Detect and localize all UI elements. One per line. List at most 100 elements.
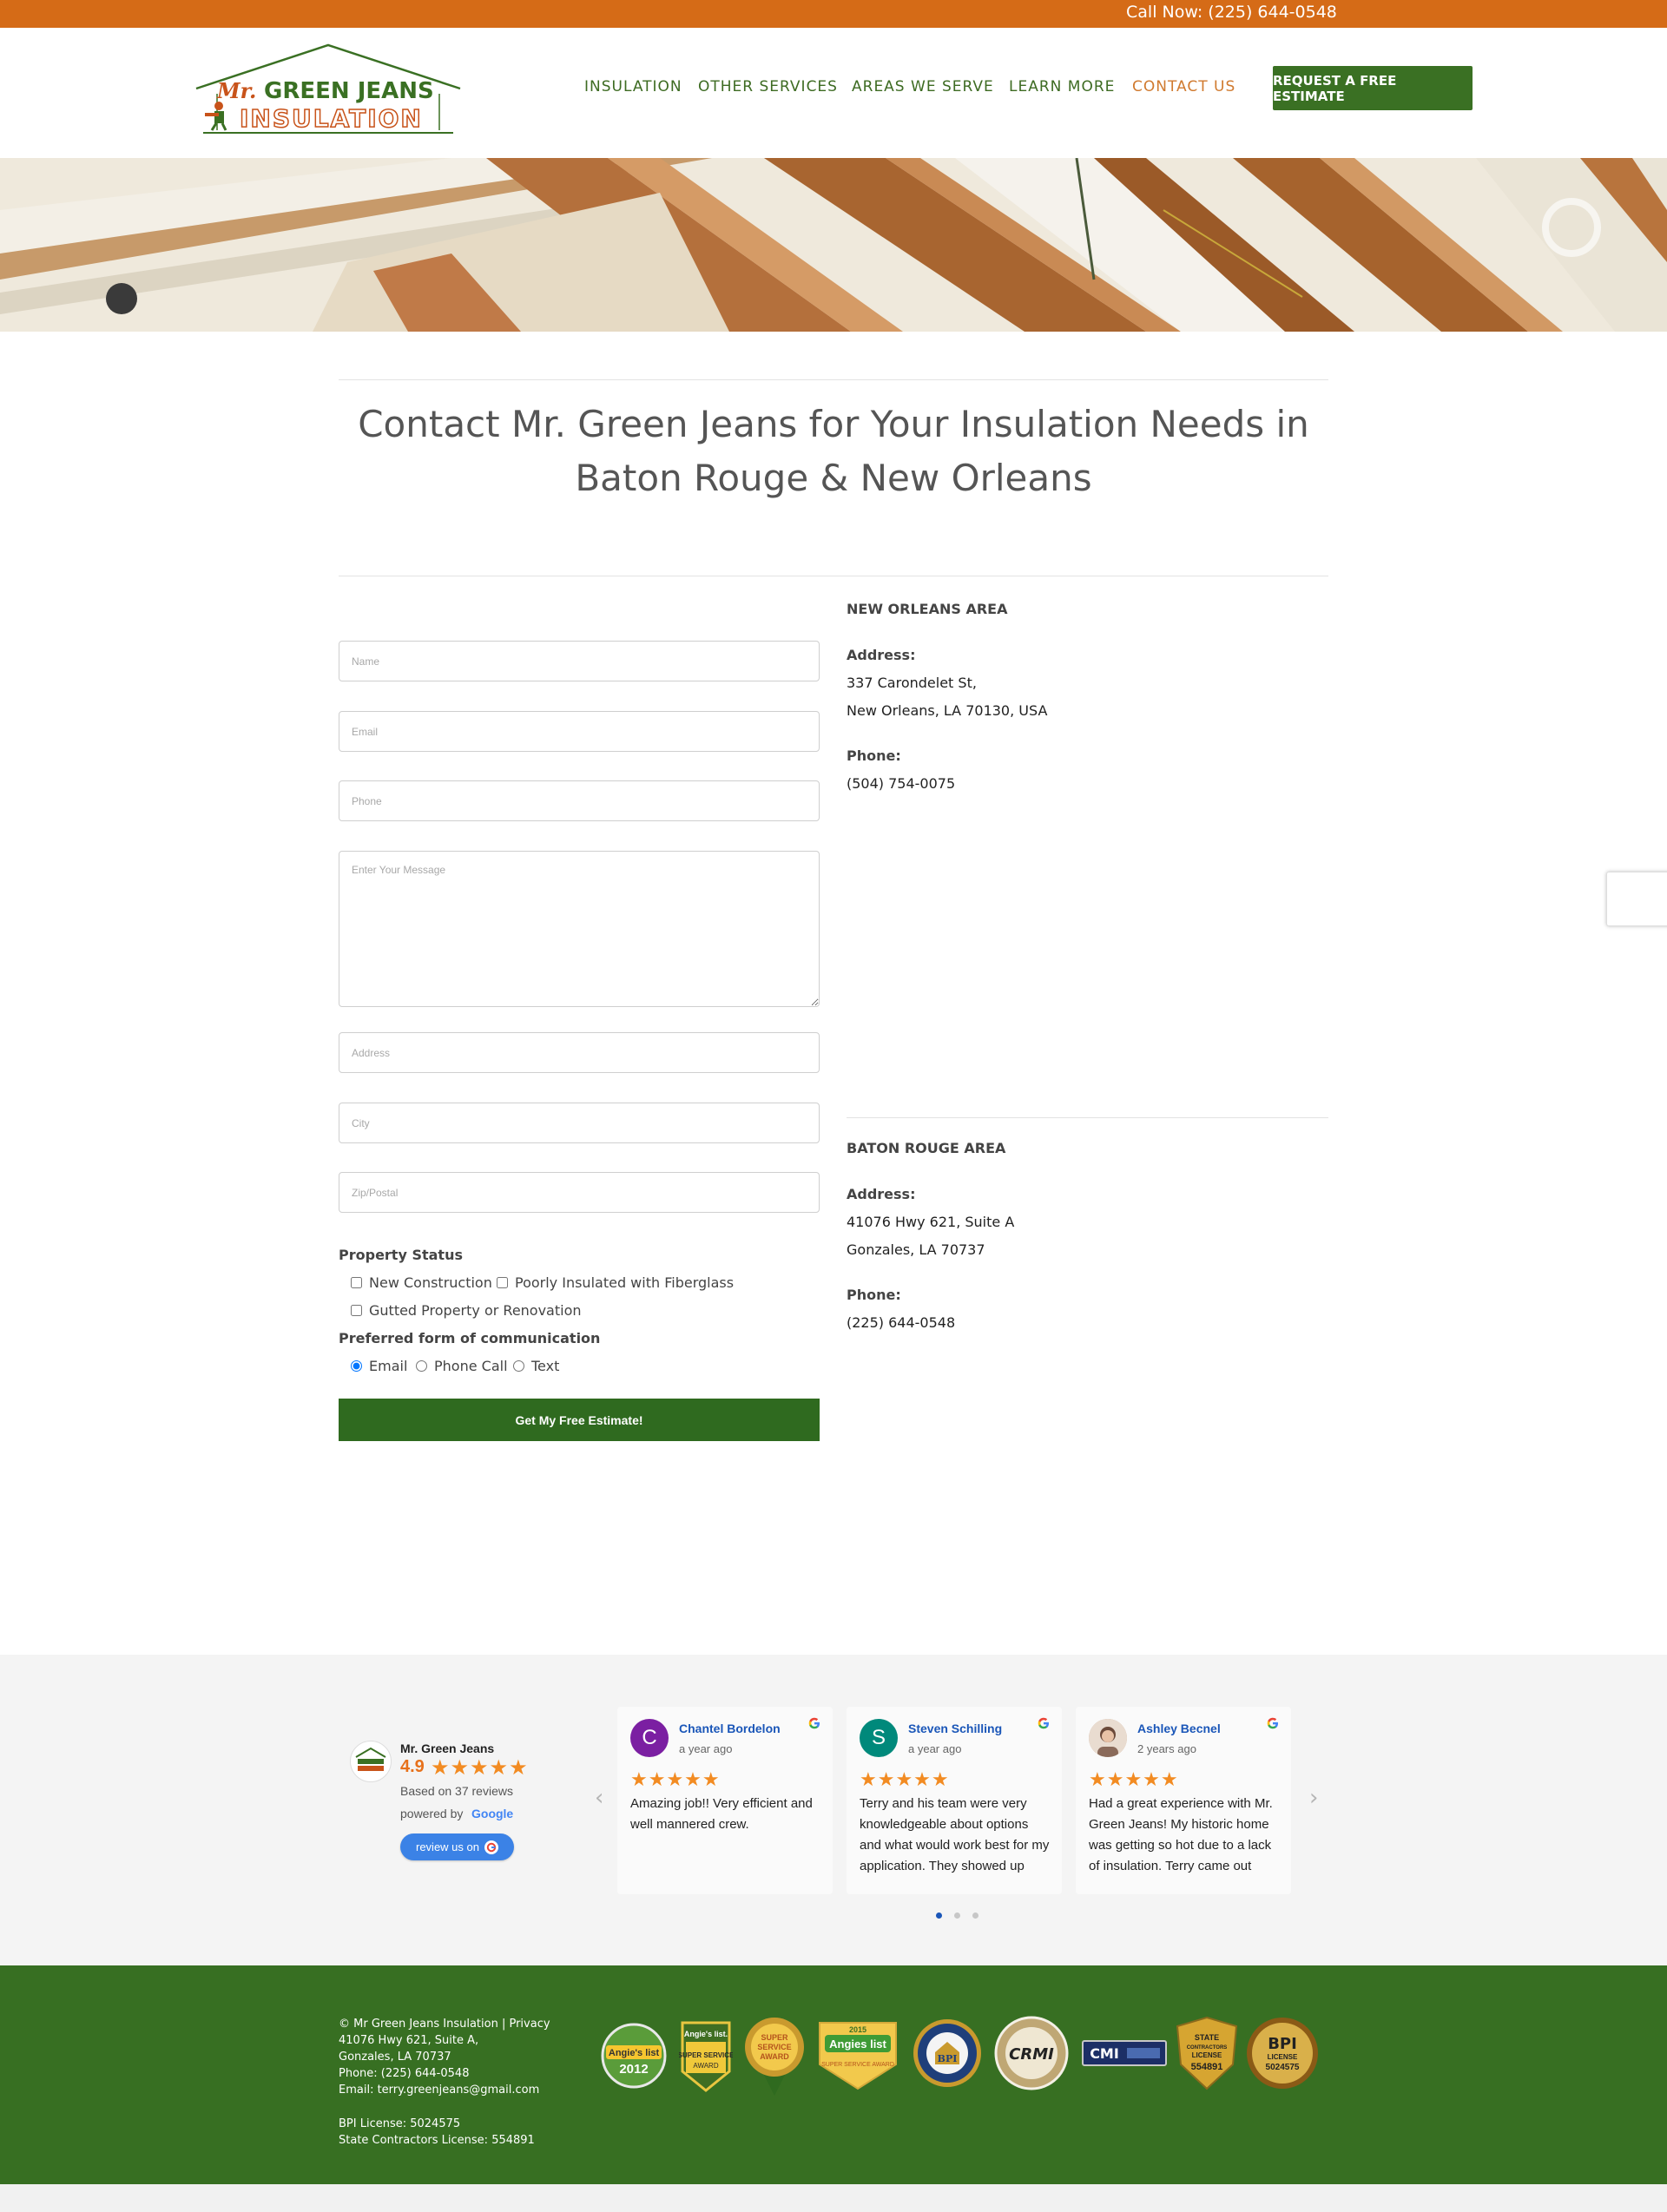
reviewer-name[interactable]: Steven Schilling — [908, 1722, 1002, 1735]
communication-option-text[interactable]: Text — [513, 1358, 559, 1374]
locations-divider — [847, 1117, 1328, 1118]
review-text: Had a great experience with Mr. Green Je… — [1089, 1796, 1273, 1873]
baton-rouge-area-title: BATON ROUGE AREA — [847, 1140, 1006, 1156]
reviewer-avatar: C — [630, 1719, 669, 1757]
review-us-button[interactable]: review us on — [400, 1833, 514, 1860]
recaptcha-badge[interactable] — [1606, 872, 1667, 926]
badge-bpi-license-line1: BPI — [1268, 2035, 1297, 2053]
phone-call-radio-label: Phone Call — [434, 1358, 508, 1374]
baton-rouge-address-line1: 41076 Hwy 621, Suite A — [847, 1214, 1015, 1230]
bpi-license-badge: BPI LICENSE 5024575 — [1245, 2016, 1320, 2094]
phone-call-radio[interactable] — [416, 1360, 427, 1372]
reviews-next-arrow[interactable]: › — [1309, 1785, 1318, 1811]
poorly-insulated-checkbox[interactable] — [497, 1277, 508, 1288]
address-input[interactable] — [339, 1032, 820, 1073]
text-radio[interactable] — [513, 1360, 524, 1372]
badge-crmi-text: CRMI — [1009, 2045, 1054, 2064]
email-radio[interactable] — [351, 1360, 362, 1372]
badge-state-line1: STATE — [1195, 2033, 1219, 2042]
reviewer-name[interactable]: Ashley Becnel — [1137, 1722, 1221, 1735]
call-now-link[interactable]: Call Now: (225) 644-0548 — [1126, 3, 1337, 22]
message-textarea[interactable] — [339, 851, 820, 1007]
footer-phone[interactable]: Phone: (225) 644-0548 — [339, 2067, 469, 2080]
badge-angies-ss-top: Angie's list. — [684, 2030, 728, 2038]
business-avatar — [350, 1741, 392, 1782]
city-input[interactable] — [339, 1103, 820, 1143]
baton-rouge-address-line2: Gonzales, LA 70737 — [847, 1241, 985, 1258]
google-g-icon — [1036, 1715, 1051, 1735]
new-construction-checkbox[interactable] — [351, 1277, 362, 1288]
based-on-reviews: Based on 37 reviews — [400, 1784, 513, 1798]
new-orleans-address-label: Address: — [847, 647, 916, 663]
super-service-award-badge: SUPER SERVICE AWARD — [743, 2016, 806, 2099]
carousel-dot-2[interactable] — [954, 1912, 960, 1919]
carousel-dot-1[interactable] — [936, 1912, 942, 1919]
nav-areas-we-serve[interactable]: AREAS WE SERVE — [852, 78, 994, 95]
new-orleans-phone-label: Phone: — [847, 747, 901, 764]
review-us-label: review us on — [416, 1840, 479, 1853]
reviewer-photo — [1089, 1719, 1127, 1757]
phone-input[interactable] — [339, 780, 820, 821]
zip-input[interactable] — [339, 1172, 820, 1213]
google-g-icon — [484, 1840, 498, 1854]
property-option-gutted[interactable]: Gutted Property or Renovation — [351, 1302, 582, 1319]
angies-list-2015-badge: 2015 Angies list SUPER SERVICE AWARD — [816, 2019, 899, 2096]
email-input[interactable] — [339, 711, 820, 752]
baton-rouge-phone-label: Phone: — [847, 1287, 901, 1303]
gutted-property-checkbox[interactable] — [351, 1305, 362, 1316]
new-construction-label: New Construction — [369, 1274, 492, 1291]
badge-angies-text: Angie's list — [609, 2048, 660, 2058]
badge-bpi-license-line2: LICENSE — [1268, 2053, 1298, 2061]
page-title-line2: Baton Rouge & New Orleans — [575, 457, 1092, 499]
reviewer-name[interactable]: Chantel Bordelon — [679, 1722, 781, 1735]
review-time: a year ago — [679, 1742, 733, 1755]
business-rating: 4.9 — [400, 1757, 425, 1776]
badge-ss-mid: SERVICE — [757, 2043, 791, 2051]
review-stars: ★★★★★ — [860, 1769, 950, 1791]
request-estimate-button[interactable]: REQUEST A FREE ESTIMATE — [1273, 66, 1473, 110]
angies-list-super-service-badge: Angie's list. SUPER SERVICE AWARD — [678, 2018, 735, 2097]
baton-rouge-phone[interactable]: (225) 644-0548 — [847, 1314, 955, 1331]
reviewer-avatar: S — [860, 1719, 898, 1757]
submit-estimate-button[interactable]: Get My Free Estimate! — [339, 1399, 820, 1441]
communication-option-email[interactable]: Email — [351, 1358, 407, 1374]
text-radio-label: Text — [531, 1358, 560, 1374]
footer-address-line2: Gonzales, LA 70737 — [339, 2051, 451, 2064]
carousel-dot-3[interactable] — [972, 1912, 978, 1919]
badge-cmi-text: CMI — [1090, 2045, 1119, 2062]
business-rating-stars: ★★★★★ — [431, 1755, 529, 1780]
property-status-label: Property Status — [339, 1247, 463, 1263]
nav-other-services[interactable]: OTHER SERVICES — [698, 78, 838, 95]
nav-insulation[interactable]: INSULATION — [584, 78, 682, 95]
badge-state-line3: LICENSE — [1192, 2051, 1222, 2059]
badge-year-text: 2012 — [619, 2062, 648, 2077]
badge-2015-sub: SUPER SERVICE AWARD — [821, 2062, 894, 2068]
page-title-line1: Contact Mr. Green Jeans for Your Insulat… — [358, 403, 1309, 445]
property-option-poorly-insulated[interactable]: Poorly Insulated with Fiberglass — [497, 1274, 734, 1291]
property-option-new-construction[interactable]: New Construction — [351, 1274, 492, 1291]
logo-insulation-text: INSULATION — [240, 104, 423, 133]
badge-bpi-seal-text: BPI — [938, 2053, 958, 2064]
review-stars: ★★★★★ — [1089, 1769, 1179, 1791]
footer-copyright[interactable]: © Mr Green Jeans Insulation | Privacy — [339, 2018, 550, 2031]
state-contractors-license-badge: STATE CONTRACTORS LICENSE 554891 — [1176, 2016, 1238, 2094]
reviews-prev-arrow[interactable]: ‹ — [595, 1785, 603, 1811]
poorly-insulated-label: Poorly Insulated with Fiberglass — [515, 1274, 735, 1291]
page-title: Contact Mr. Green Jeans for Your Insulat… — [339, 398, 1328, 505]
review-card: C Chantel Bordelon a year ago ★★★★★ Amaz… — [617, 1707, 833, 1894]
badge-2015-year: 2015 — [849, 2025, 866, 2034]
powered-by-text: powered by — [400, 1807, 464, 1820]
communication-option-phone[interactable]: Phone Call — [416, 1358, 508, 1374]
baton-rouge-address-label: Address: — [847, 1186, 916, 1202]
review-card: Ashley Becnel 2 years ago ★★★★★ Had a gr… — [1076, 1707, 1291, 1894]
badge-angies-ss-main: SUPER SERVICE — [679, 2051, 733, 2059]
name-input[interactable] — [339, 641, 820, 681]
nav-learn-more[interactable]: LEARN MORE — [1009, 78, 1115, 95]
review-time: 2 years ago — [1137, 1742, 1196, 1755]
gutted-property-label: Gutted Property or Renovation — [369, 1302, 582, 1319]
nav-contact-us[interactable]: CONTACT US — [1132, 78, 1235, 95]
footer-email[interactable]: Email: terry.greenjeans@gmail.com — [339, 2084, 539, 2097]
crmi-badge: CRMI — [994, 2016, 1069, 2094]
new-orleans-phone[interactable]: (504) 754-0075 — [847, 775, 955, 792]
site-logo[interactable]: Mr. GREEN JEANS INSULATION — [193, 43, 464, 139]
